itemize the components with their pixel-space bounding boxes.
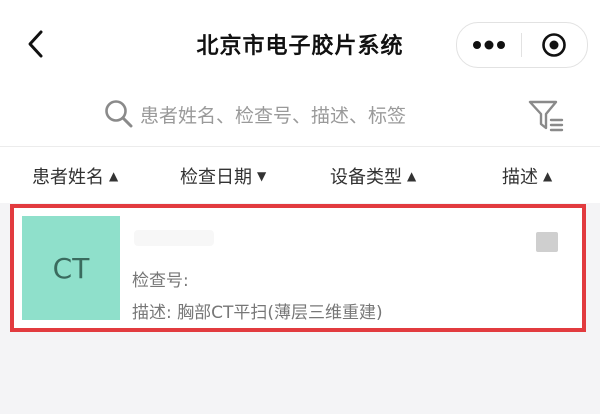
filter-button[interactable] — [526, 96, 566, 136]
column-header-bar: 患者姓名 ▲ 检查日期 ▼ 设备类型 ▲ 描述 ▲ — [0, 146, 600, 203]
column-label: 检查日期 — [180, 167, 252, 188]
close-mini-program-button[interactable] — [522, 23, 586, 67]
target-icon — [542, 33, 566, 57]
column-label: 患者姓名 — [32, 167, 104, 188]
sort-asc-icon: ▲ — [407, 169, 417, 183]
sort-by-exam-date[interactable]: 检查日期 ▼ — [180, 163, 266, 189]
search-icon — [105, 100, 133, 128]
sort-by-device-type[interactable]: 设备类型 ▲ — [330, 163, 416, 189]
top-bar: 北京市电子胶片系统 — [0, 0, 600, 84]
column-label: 描述 — [502, 167, 538, 188]
redacted-patient-name — [134, 230, 214, 246]
list-item[interactable]: CT 检查号: 描述: 胸部CT平扫(薄层三维重建) — [22, 216, 574, 323]
exam-number: 检查号: — [132, 271, 189, 291]
modality-label: CT — [52, 251, 90, 285]
search-placeholder: 患者姓名、检查号、描述、标签 — [140, 104, 407, 127]
modality-badge: CT — [22, 216, 120, 320]
mini-program-capsule — [456, 22, 588, 68]
search-input[interactable]: 患者姓名、检查号、描述、标签 — [104, 96, 406, 132]
sort-desc-icon: ▼ — [257, 169, 267, 183]
record-body: 检查号: 描述: 胸部CT平扫(薄层三维重建) — [120, 216, 574, 323]
exam-description: 描述: 胸部CT平扫(薄层三维重建) — [132, 303, 383, 323]
more-dots-icon — [473, 40, 505, 50]
sort-by-patient-name[interactable]: 患者姓名 ▲ — [32, 163, 118, 189]
redacted-exam-date — [536, 232, 558, 252]
highlighted-record: CT 检查号: 描述: 胸部CT平扫(薄层三维重建) — [10, 204, 586, 332]
sort-asc-icon: ▲ — [543, 169, 553, 183]
sort-asc-icon: ▲ — [109, 169, 119, 183]
more-button[interactable] — [457, 23, 521, 67]
sort-by-description[interactable]: 描述 ▲ — [502, 163, 552, 189]
filter-icon — [528, 100, 564, 132]
search-bar: 患者姓名、检查号、描述、标签 — [0, 84, 600, 146]
column-label: 设备类型 — [330, 167, 402, 188]
